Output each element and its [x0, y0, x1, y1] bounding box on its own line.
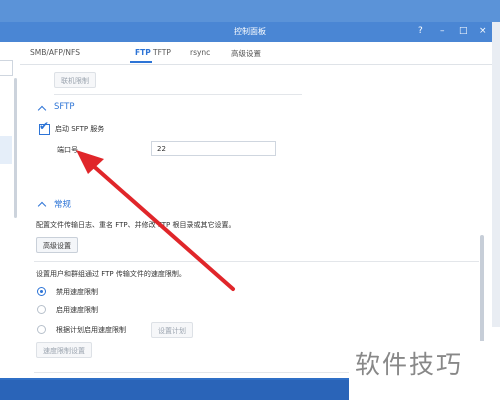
- desktop-background-top: [0, 0, 500, 22]
- control-panel-window: 控制面板 ? – □ × SMB/AFP/NFS FTP TFTP rsync …: [0, 22, 500, 378]
- watermark-box: 软件技巧: [349, 341, 500, 400]
- desktop-edge: [492, 22, 500, 327]
- watermark-text: 软件技巧: [355, 350, 464, 379]
- red-arrow-annotation: [76, 150, 235, 291]
